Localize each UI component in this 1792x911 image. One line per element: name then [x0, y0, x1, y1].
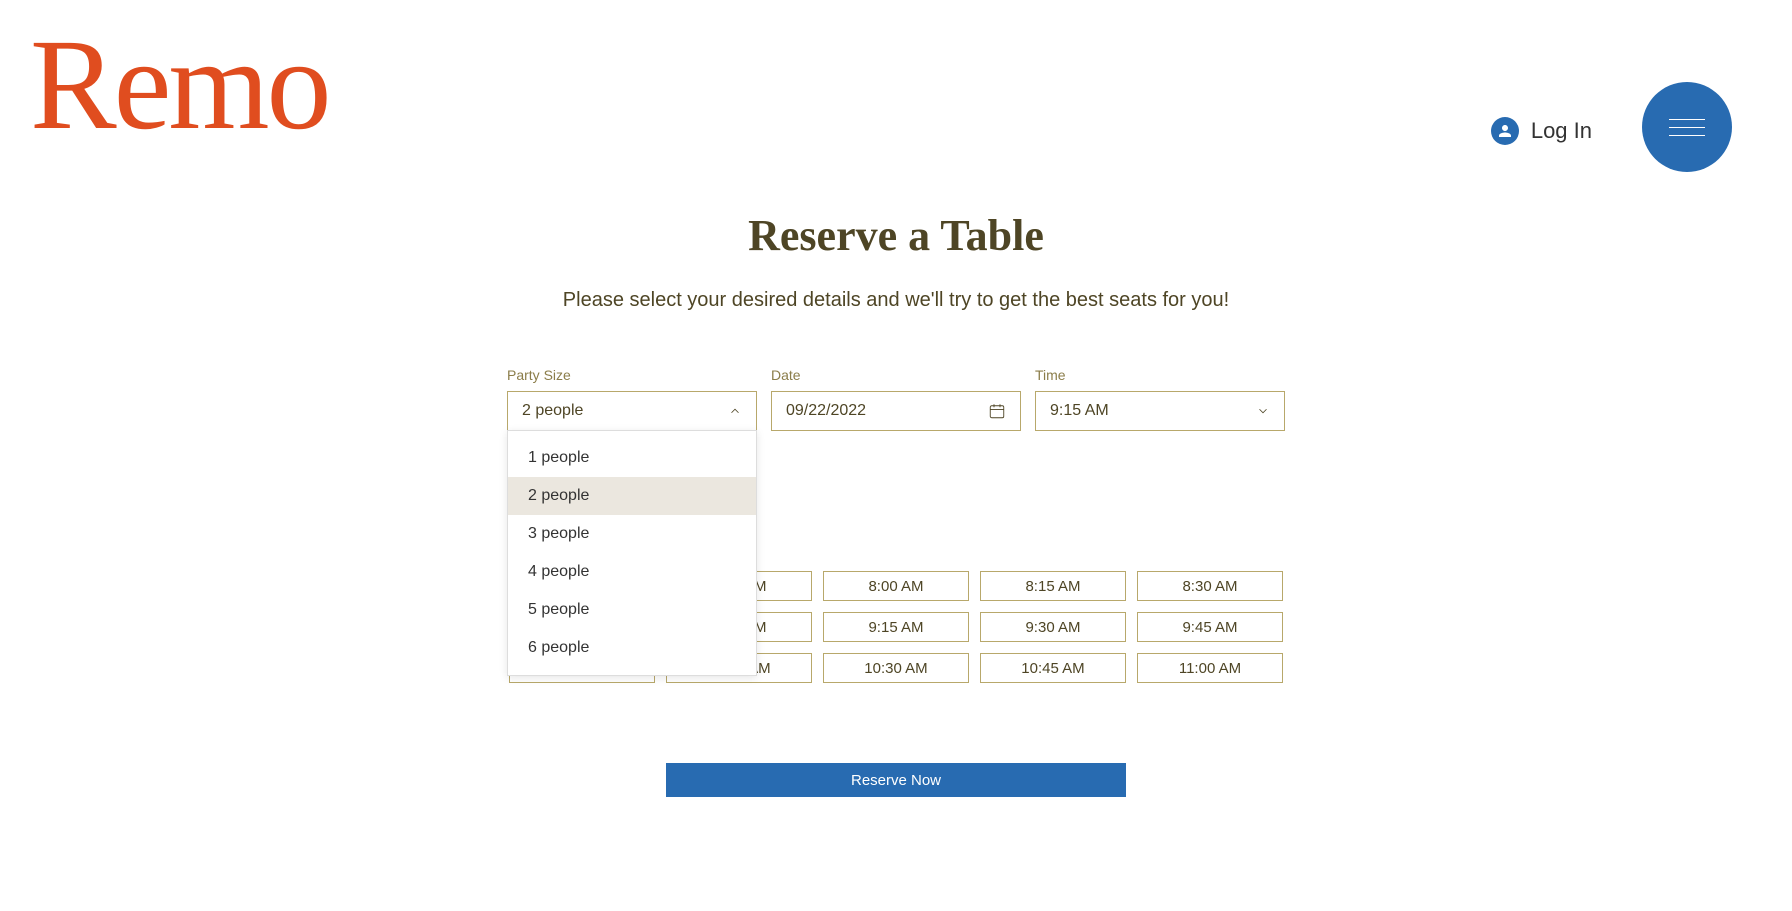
party-size-option[interactable]: 4 people	[508, 553, 756, 591]
chevron-down-icon	[1256, 404, 1270, 418]
page-title: Reserve a Table	[0, 210, 1792, 261]
party-size-option[interactable]: 2 people	[508, 477, 756, 515]
party-size-label: Party Size	[507, 367, 757, 383]
time-slot[interactable]: 10:45 AM	[980, 653, 1126, 683]
calendar-icon	[988, 402, 1006, 420]
time-slot[interactable]: 8:30 AM	[1137, 571, 1283, 601]
time-slot[interactable]: 10:30 AM	[823, 653, 969, 683]
party-size-option[interactable]: 5 people	[508, 591, 756, 629]
user-icon	[1491, 117, 1519, 145]
party-size-value: 2 people	[522, 402, 583, 420]
page-subtitle: Please select your desired details and w…	[0, 289, 1792, 312]
party-size-option[interactable]: 3 people	[508, 515, 756, 553]
time-slot[interactable]: 8:15 AM	[980, 571, 1126, 601]
party-size-group: Party Size 2 people 1 people2 people3 pe…	[507, 367, 757, 431]
time-label: Time	[1035, 367, 1285, 383]
party-size-dropdown: 1 people2 people3 people4 people5 people…	[507, 430, 757, 676]
hamburger-icon	[1669, 135, 1705, 136]
header: Remo Log In	[0, 0, 1792, 180]
time-slot[interactable]: 9:30 AM	[980, 612, 1126, 642]
date-value: 09/22/2022	[786, 402, 866, 420]
header-right: Log In	[1491, 90, 1732, 172]
login-label: Log In	[1531, 118, 1592, 144]
party-size-select[interactable]: 2 people	[507, 391, 757, 431]
hamburger-icon	[1669, 119, 1705, 120]
time-slots-grid: 7:30 AM7:45 AM8:00 AM8:15 AM8:30 AM8:45 …	[0, 571, 1792, 683]
time-slot[interactable]: 9:45 AM	[1137, 612, 1283, 642]
date-group: Date 09/22/2022	[771, 367, 1021, 431]
time-slot[interactable]: 11:00 AM	[1137, 653, 1283, 683]
party-size-option[interactable]: 6 people	[508, 629, 756, 675]
time-select[interactable]: 9:15 AM	[1035, 391, 1285, 431]
hamburger-icon	[1669, 127, 1705, 128]
reserve-now-button[interactable]: Reserve Now	[666, 763, 1126, 797]
main-content: Reserve a Table Please select your desir…	[0, 180, 1792, 797]
menu-button[interactable]	[1642, 82, 1732, 172]
time-slot[interactable]: 9:15 AM	[823, 612, 969, 642]
chevron-up-icon	[728, 404, 742, 418]
time-value: 9:15 AM	[1050, 402, 1109, 420]
date-select[interactable]: 09/22/2022	[771, 391, 1021, 431]
date-label: Date	[771, 367, 1021, 383]
time-slot[interactable]: 8:00 AM	[823, 571, 969, 601]
time-group: Time 9:15 AM	[1035, 367, 1285, 431]
party-size-option[interactable]: 1 people	[508, 431, 756, 477]
logo[interactable]: Remo	[30, 20, 329, 150]
reservation-form: Party Size 2 people 1 people2 people3 pe…	[0, 367, 1792, 431]
login-button[interactable]: Log In	[1491, 117, 1592, 145]
